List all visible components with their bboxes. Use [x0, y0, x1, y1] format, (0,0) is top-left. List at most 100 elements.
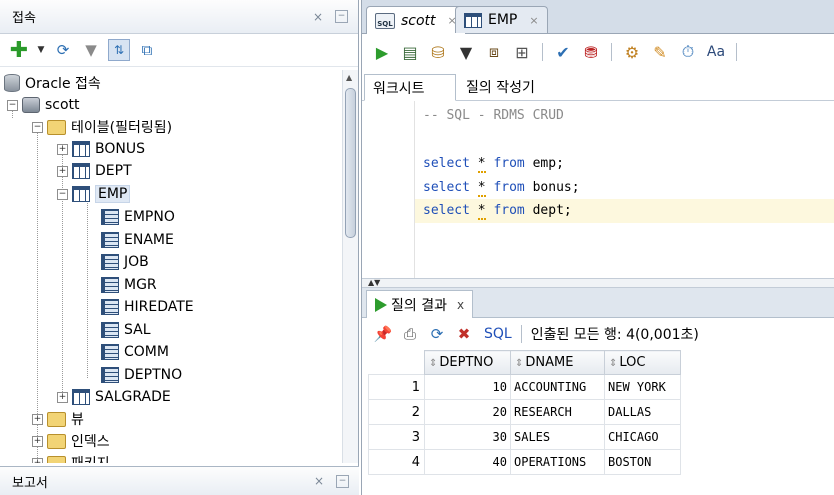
tree-node-column[interactable]: ENAME	[101, 229, 174, 251]
tab-worksheet[interactable]: 워크시트	[364, 74, 456, 101]
column-header-loc[interactable]: ⇕ LOC	[604, 350, 681, 375]
collapse-icon[interactable]: −	[57, 188, 68, 200]
tree-node-column[interactable]: EMPNO	[101, 206, 175, 228]
table-row[interactable]: 2 20 RESEARCH DALLAS	[368, 399, 681, 425]
refresh-icon[interactable]: ⟳	[52, 39, 74, 61]
tab-query-result[interactable]: 질의 결과 x	[366, 290, 474, 318]
print-icon[interactable]: ⎙	[399, 323, 421, 345]
schema-browser-icon[interactable]: ⇅	[108, 39, 130, 61]
tab-query-builder[interactable]: 질의 작성기	[458, 74, 543, 100]
column-icon	[101, 232, 119, 248]
cell-loc[interactable]: CHICAGO	[604, 424, 681, 450]
close-icon[interactable]: ×	[311, 10, 325, 24]
commit-icon[interactable]: ⛁	[426, 40, 450, 64]
tree-node-column[interactable]: JOB	[101, 251, 149, 273]
tree-node-column[interactable]: SAL	[101, 319, 151, 341]
history-icon[interactable]: ⏱	[676, 40, 700, 64]
tree-node-label: SAL	[124, 322, 151, 338]
results-toolbar: 📌 ⎙ ⟳ ✖ SQL 인출된 모든 행: 4(0,001초)	[362, 318, 834, 350]
table-row[interactable]: 4 40 OPERATIONS BOSTON	[368, 449, 681, 475]
run-statement-icon[interactable]: ▶	[370, 40, 394, 64]
scroll-up-icon[interactable]: ▲	[346, 73, 352, 82]
close-icon[interactable]: x	[457, 298, 464, 312]
sql-link[interactable]: SQL	[484, 326, 512, 342]
tree-node-column[interactable]: MGR	[101, 274, 157, 296]
table-row[interactable]: 1 10 ACCOUNTING NEW YORK	[368, 374, 681, 400]
tree-node-connection[interactable]: − scott	[7, 94, 80, 116]
grid-header-row: ⇕ DEPTNO ⇕ DNAME ⇕ LOC	[368, 350, 681, 375]
cell-dname[interactable]: RESEARCH	[510, 399, 605, 425]
sql-line: select * from dept;	[423, 199, 572, 223]
tree-node-tables[interactable]: − 테이블(필터링됨)	[32, 116, 172, 138]
cell-deptno[interactable]: 40	[424, 449, 511, 475]
table-row[interactable]: 3 30 SALES CHICAGO	[368, 424, 681, 450]
tree-scrollbar[interactable]: ▲	[342, 70, 358, 463]
run-script-icon[interactable]: ▤	[398, 40, 422, 64]
cell-deptno[interactable]: 30	[424, 424, 511, 450]
expand-icon[interactable]: +	[32, 457, 43, 463]
refresh-icon[interactable]: ⟳	[426, 323, 448, 345]
dropdown-arrow-icon[interactable]: ▼	[454, 40, 478, 64]
folder-icon	[47, 411, 66, 427]
clear-icon[interactable]: ✎	[648, 40, 672, 64]
folder-icon	[47, 119, 66, 135]
add-connection-icon[interactable]: ✚	[8, 38, 30, 63]
expand-icon[interactable]: +	[32, 413, 43, 425]
cell-deptno[interactable]: 10	[424, 374, 511, 400]
cell-dname[interactable]: SALES	[510, 424, 605, 450]
tab-emp[interactable]: EMP ×	[455, 6, 548, 33]
column-header-dname[interactable]: ⇕ DNAME	[510, 350, 605, 375]
tree-node-table-selected[interactable]: − EMP	[57, 183, 131, 205]
autotrace-icon[interactable]: ⊞	[510, 40, 534, 64]
minimize-icon[interactable]: −	[336, 474, 349, 488]
expand-icon[interactable]: +	[57, 143, 68, 155]
close-icon[interactable]: ×	[529, 14, 538, 27]
scrollbar-thumb[interactable]	[345, 88, 356, 238]
tree-node-table[interactable]: + DEPT	[57, 160, 132, 182]
tree-node-table[interactable]: + SALGRADE	[57, 386, 171, 408]
cell-loc[interactable]: DALLAS	[604, 399, 681, 425]
tree-node-oracle-connections[interactable]: Oracle 접속	[4, 72, 101, 94]
tab-scott[interactable]: SQL scott ×	[366, 6, 466, 34]
expand-icon[interactable]: +	[57, 391, 68, 403]
explain-plan-icon[interactable]: ⧈	[482, 40, 506, 64]
collapse-icon[interactable]: −	[32, 121, 43, 133]
collapse-icon[interactable]: −	[7, 99, 18, 111]
rollback-icon[interactable]: ⛃	[579, 40, 603, 64]
editor-results-splitter[interactable]: ▲▼	[362, 278, 834, 288]
tree-view-icon[interactable]: ⧉	[136, 39, 158, 61]
filter-icon[interactable]: ▼	[80, 39, 102, 61]
collapse-arrows-icon[interactable]: ▲▼	[368, 278, 380, 287]
column-header-deptno[interactable]: ⇕ DEPTNO	[424, 350, 511, 375]
cell-loc[interactable]: NEW YORK	[604, 374, 681, 400]
dropdown-arrow-icon[interactable]: ▼	[36, 39, 46, 61]
tree-node-packages[interactable]: + 패키지	[32, 452, 110, 463]
tree-node-column[interactable]: COMM	[101, 341, 169, 363]
cell-dname[interactable]: OPERATIONS	[510, 449, 605, 475]
tree-node-indexes[interactable]: + 인덱스	[32, 430, 110, 452]
cell-loc[interactable]: BOSTON	[604, 449, 681, 475]
sort-icon[interactable]: ⇕	[515, 358, 523, 369]
change-case-icon[interactable]: Aa	[704, 40, 728, 64]
cancel-icon[interactable]: ✖	[453, 323, 475, 345]
sort-icon[interactable]: ⇕	[429, 358, 437, 369]
commit-transaction-icon[interactable]: ✔	[551, 40, 575, 64]
tree-node-column[interactable]: DEPTNO	[101, 364, 182, 386]
cell-deptno[interactable]: 20	[424, 399, 511, 425]
pin-icon[interactable]: 📌	[372, 323, 394, 345]
expand-icon[interactable]: +	[57, 165, 68, 177]
sql-editor[interactable]: -- SQL - RDMS CRUD select * from emp; se…	[362, 101, 834, 278]
tree-node-table[interactable]: + BONUS	[57, 138, 145, 160]
tree-node-views[interactable]: + 뷰	[32, 408, 84, 430]
close-icon[interactable]: ×	[312, 474, 326, 488]
sql-tuning-icon[interactable]: ⚙	[620, 40, 644, 64]
sort-icon[interactable]: ⇕	[609, 358, 617, 369]
toolbar-separator	[736, 43, 737, 61]
expand-icon[interactable]: +	[32, 435, 43, 447]
column-icon	[101, 277, 119, 293]
row-number-header	[368, 350, 425, 375]
sql-wildcard: *	[477, 156, 486, 173]
cell-dname[interactable]: ACCOUNTING	[510, 374, 605, 400]
tree-node-column[interactable]: HIREDATE	[101, 296, 194, 318]
minimize-icon[interactable]: −	[335, 10, 348, 23]
